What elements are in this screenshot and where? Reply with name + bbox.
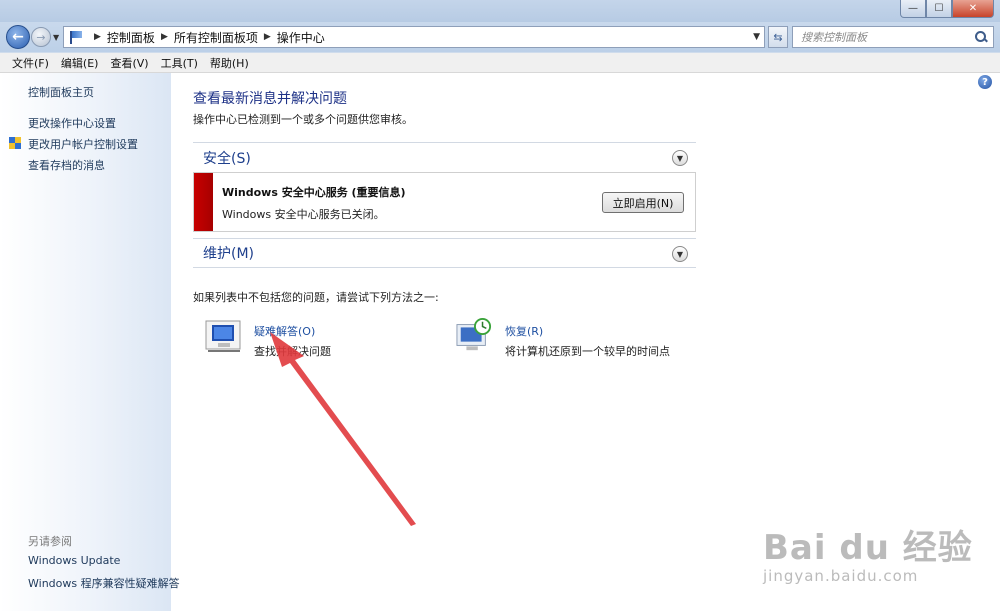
help-icon[interactable]: ? (978, 75, 992, 89)
forward-button[interactable]: → (31, 27, 51, 47)
chevron-down-icon[interactable]: ▼ (672, 150, 688, 166)
see-also-heading: 另请参阅 (28, 535, 72, 548)
sidebar-link-view-archived-messages[interactable]: 查看存档的消息 (28, 157, 105, 173)
breadcrumb-control-panel[interactable]: 控制面板 (107, 29, 155, 46)
breadcrumb-all-items[interactable]: 所有控制面板项 (174, 29, 258, 46)
menu-file[interactable]: 文件(F) (6, 55, 55, 71)
uac-shield-icon (9, 137, 22, 151)
security-alert: Windows 安全中心服务 (重要信息) Windows 安全中心服务已关闭。… (193, 172, 696, 232)
recovery-link[interactable]: 恢复(R) (505, 323, 543, 339)
search-box (792, 26, 994, 48)
action-center-flag-icon (68, 30, 84, 44)
troubleshooting-monitor-icon[interactable] (204, 319, 244, 355)
security-section-header[interactable]: 安全(S) ▼ (193, 142, 696, 172)
see-also-compat-troubleshooter[interactable]: Windows 程序兼容性疑难解答 (28, 575, 180, 591)
menu-view[interactable]: 查看(V) (104, 55, 154, 71)
maintenance-section-header[interactable]: 维护(M) ▼ (193, 238, 696, 268)
baidu-watermark: Bai du 经验 jingyan.baidu.com (763, 520, 973, 585)
breadcrumb-action-center[interactable]: 操作中心 (277, 29, 325, 46)
security-section-label: 安全(S) (203, 150, 251, 167)
back-button[interactable]: ← (6, 25, 30, 49)
alert-severity-bar (194, 173, 213, 231)
breadcrumb-separator-icon[interactable]: ▶ (264, 32, 271, 42)
sidebar-link-control-panel-home[interactable]: 控制面板主页 (28, 84, 94, 100)
menu-tools[interactable]: 工具(T) (155, 55, 204, 71)
recovery-monitor-icon[interactable] (454, 317, 494, 353)
troubleshooting-link[interactable]: 疑难解答(O) (254, 323, 315, 339)
sidebar-link-change-uac-settings[interactable]: 更改用户帐户控制设置 (28, 136, 138, 152)
watermark-logo-text: Bai du 经验 (763, 528, 973, 568)
watermark-url: jingyan.baidu.com (763, 567, 919, 585)
see-also-windows-update[interactable]: Windows Update (28, 554, 120, 567)
recent-pages-dropdown-icon[interactable]: ▼ (53, 33, 59, 42)
minimize-button[interactable]: — (900, 0, 926, 18)
hint-text: 如果列表中不包括您的问题，请尝试下列方法之一: (193, 291, 439, 304)
title-bar: — ☐ ✕ (0, 0, 1000, 22)
refresh-button[interactable]: ⇆ (768, 26, 788, 48)
breadcrumb-separator-icon[interactable]: ▶ (161, 32, 168, 42)
address-bar[interactable]: ▶ 控制面板 ▶ 所有控制面板项 ▶ 操作中心 ▼ (63, 26, 765, 48)
recovery-description: 将计算机还原到一个较早的时间点 (505, 345, 670, 358)
security-section[interactable]: 安全(S) ▼ (193, 142, 696, 172)
sidebar: 控制面板主页 更改操作中心设置 更改用户帐户控制设置 查看存档的消息 另请参阅 … (0, 73, 180, 611)
page-title: 查看最新消息并解决问题 (193, 91, 347, 107)
breadcrumb-separator-icon[interactable]: ▶ (94, 32, 101, 42)
address-dropdown-icon[interactable]: ▼ (753, 32, 760, 42)
maintenance-section-label: 维护(M) (203, 246, 255, 262)
alert-description: Windows 安全中心服务已关闭。 (222, 208, 385, 221)
search-icon[interactable] (974, 30, 988, 44)
sidebar-link-change-action-center-settings[interactable]: 更改操作中心设置 (28, 115, 116, 131)
close-button[interactable]: ✕ (952, 0, 994, 18)
menu-help[interactable]: 帮助(H) (204, 55, 255, 71)
maximize-button[interactable]: ☐ (926, 0, 952, 18)
navigation-bar: ← → ▼ ▶ 控制面板 ▶ 所有控制面板项 ▶ 操作中心 ▼ ⇆ (0, 22, 1000, 52)
page-subtitle: 操作中心已检测到一个或多个问题供您审核。 (193, 113, 413, 126)
menu-edit[interactable]: 编辑(E) (55, 55, 105, 71)
alert-title: Windows 安全中心服务 (重要信息) (222, 186, 406, 199)
refresh-icon: ⇆ (773, 30, 783, 44)
caption-buttons: — ☐ ✕ (900, 0, 994, 18)
maintenance-section[interactable]: 维护(M) ▼ (193, 238, 696, 268)
menu-bar: 文件(F) 编辑(E) 查看(V) 工具(T) 帮助(H) (0, 53, 1000, 73)
turn-on-now-button[interactable]: 立即启用(N) (602, 192, 684, 213)
troubleshooting-description: 查找并解决问题 (254, 345, 331, 358)
search-input[interactable] (801, 30, 971, 44)
chevron-down-icon[interactable]: ▼ (672, 246, 688, 262)
